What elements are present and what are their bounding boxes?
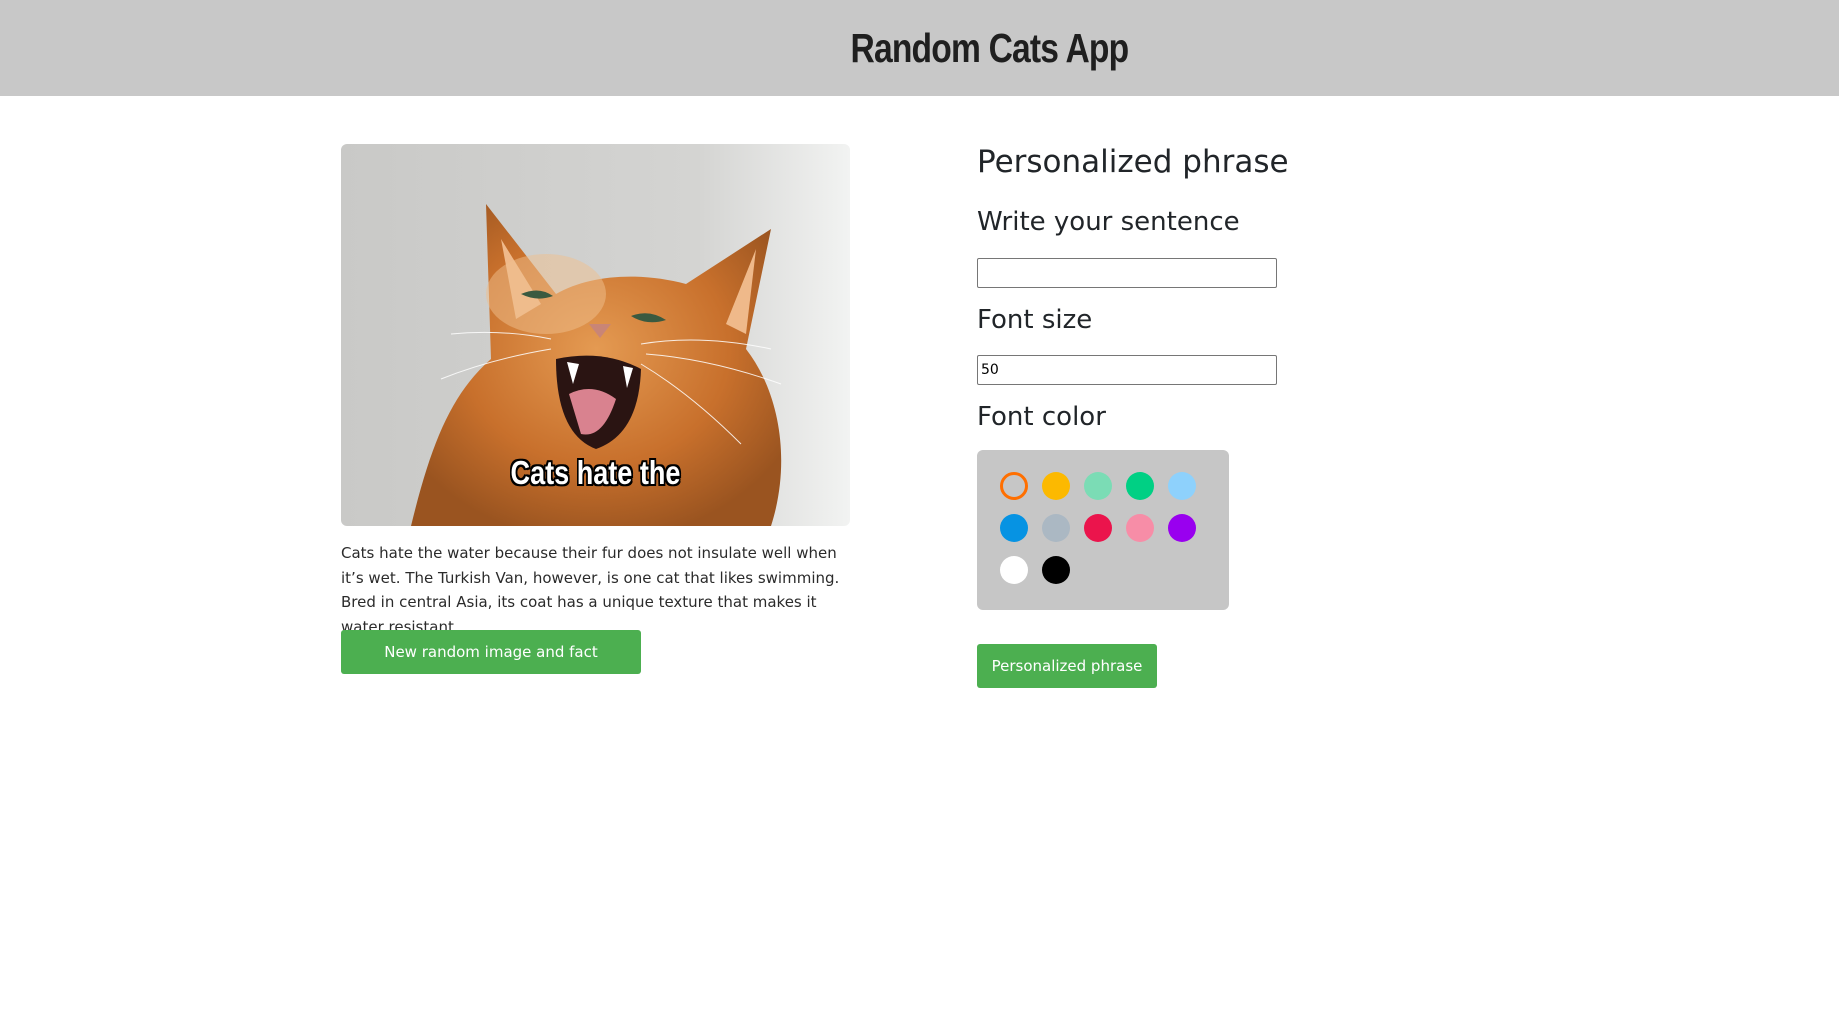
color-swatch[interactable] [1168, 472, 1196, 500]
personalized-phrase-button[interactable]: Personalized phrase [977, 644, 1157, 688]
cat-fact-text: Cats hate the water because their fur do… [341, 544, 840, 636]
color-palette [977, 450, 1229, 610]
sentence-input[interactable] [977, 258, 1277, 288]
color-swatch[interactable] [1042, 514, 1070, 542]
font-size-input[interactable] [977, 355, 1277, 385]
sentence-label: Write your sentence [977, 207, 1240, 237]
color-swatch[interactable] [1042, 472, 1070, 500]
form-title: Personalized phrase [977, 144, 1289, 180]
color-swatch[interactable] [1000, 556, 1028, 584]
meme-caption: Cats hate the [510, 454, 681, 491]
color-swatch[interactable] [1084, 472, 1112, 500]
color-swatch[interactable] [1000, 472, 1028, 500]
color-swatch[interactable] [1126, 472, 1154, 500]
font-size-label: Font size [977, 305, 1093, 335]
color-swatch[interactable] [1000, 514, 1028, 542]
cat-image: Cats hate the [341, 144, 850, 526]
new-random-button[interactable]: New random image and fact [341, 630, 641, 674]
color-swatch[interactable] [1126, 514, 1154, 542]
color-swatch[interactable] [1168, 514, 1196, 542]
app-header: Random Cats App [0, 0, 1839, 96]
app-title: Random Cats App [850, 24, 1130, 71]
color-swatch[interactable] [1084, 514, 1112, 542]
color-swatch[interactable] [1042, 556, 1070, 584]
font-color-label: Font color [977, 402, 1106, 432]
